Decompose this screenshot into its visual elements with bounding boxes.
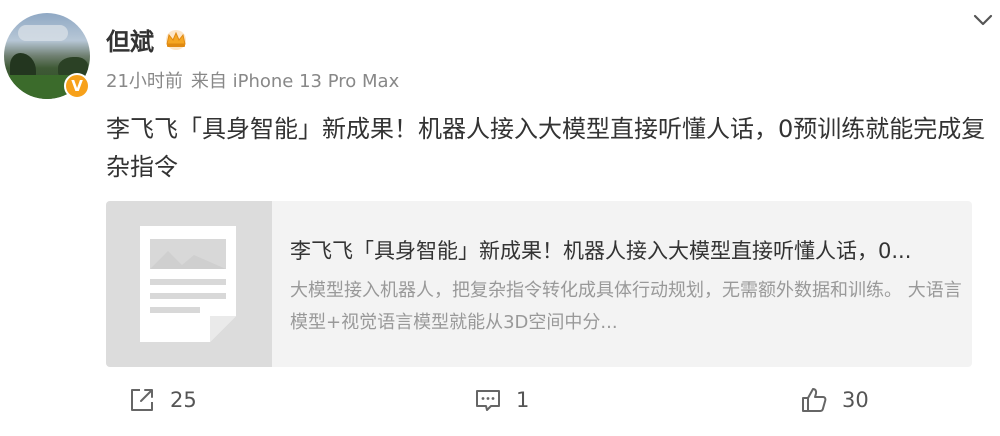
- share-button[interactable]: 25: [128, 386, 197, 414]
- post-text: 李飞飞「具身智能」新成果！机器人接入大模型直接听懂人话，0预训练就能完成复杂指令: [106, 115, 986, 181]
- comment-count: 1: [516, 388, 530, 412]
- post-meta: 21小时前 来自 iPhone 13 Pro Max: [106, 67, 399, 93]
- chevron-down-icon[interactable]: [972, 12, 994, 28]
- action-bar: 25 1 30: [0, 380, 1000, 426]
- comment-button[interactable]: 1: [474, 386, 529, 414]
- post-source: 来自 iPhone 13 Pro Max: [190, 71, 400, 92]
- post-time: 21小时前: [106, 71, 183, 92]
- card-title: 李飞飞「具身智能」新成果！机器人接入大模型直接听懂人话，0...: [290, 239, 912, 263]
- avatar[interactable]: V: [4, 13, 90, 99]
- comment-icon: [476, 390, 500, 411]
- share-count: 25: [170, 388, 197, 412]
- share-icon: [131, 389, 153, 411]
- username[interactable]: 但斌: [106, 22, 154, 57]
- username-row: 但斌: [106, 22, 190, 57]
- like-icon: [802, 388, 827, 412]
- crown-icon: [166, 29, 186, 50]
- card-description: 大模型接入机器人，把复杂指令转化成具体行动规划，无需额外数据和训练。 大语言模型…: [290, 280, 962, 333]
- like-button[interactable]: 30: [800, 386, 869, 414]
- like-count: 30: [842, 388, 869, 412]
- link-card[interactable]: 李飞飞「具身智能」新成果！机器人接入大模型直接听懂人话，0... 大模型接入机器…: [106, 201, 972, 367]
- article-placeholder-icon: [140, 226, 236, 342]
- card-thumbnail: [106, 201, 272, 367]
- verified-badge: V: [64, 73, 90, 99]
